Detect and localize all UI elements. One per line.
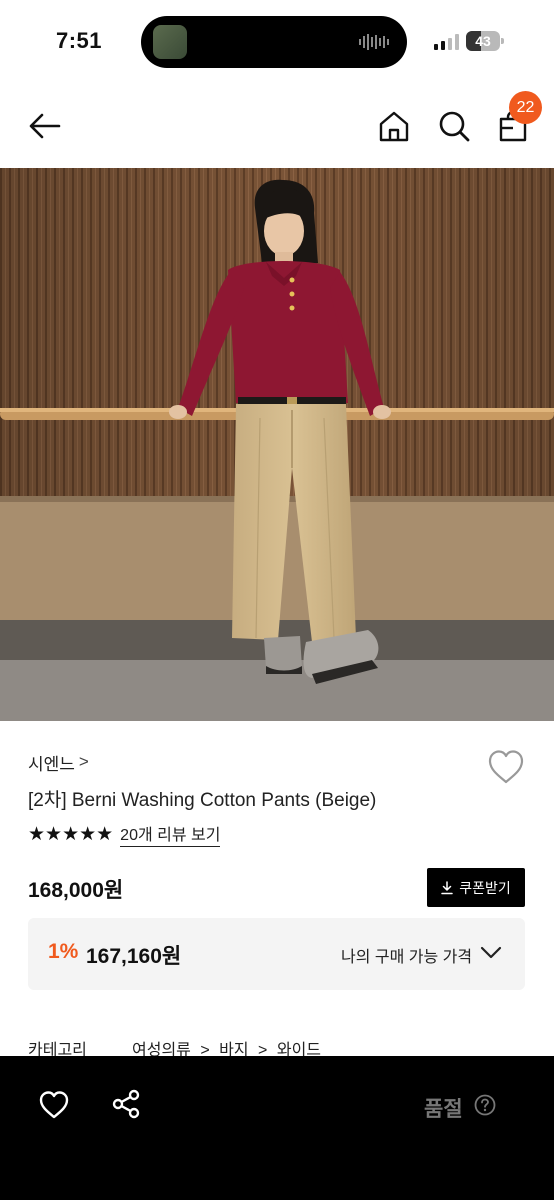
home-icon[interactable] <box>376 108 412 144</box>
search-icon[interactable] <box>436 108 472 144</box>
heart-outline-icon[interactable] <box>487 749 525 785</box>
member-price: 167,160원 <box>86 945 182 968</box>
rating-stars: ★★★★★ <box>28 823 114 845</box>
bottom-action-bar: 품절 <box>0 1056 554 1200</box>
product-price: 168,000원 <box>28 879 124 902</box>
category-label: 카테고리 <box>28 1042 87 1059</box>
category-row: 카테고리 여성의류 > 바지 > 와이드 <box>28 1036 321 1059</box>
product-photo[interactable] <box>0 168 554 721</box>
cellular-signal-icon <box>434 34 459 50</box>
review-link[interactable]: 20개 리뷰 보기 <box>120 821 221 847</box>
brand-name: 시엔느 <box>28 754 75 774</box>
dynamic-island[interactable] <box>141 16 407 68</box>
battery-percent: 43 <box>475 33 491 49</box>
member-discount-rate: 1% <box>48 940 79 963</box>
download-icon <box>441 880 453 894</box>
app-header <box>0 84 554 168</box>
coupon-download-button[interactable]: 쿠폰받기 <box>427 868 525 907</box>
rating-row: ★★★★★ 20개 리뷰 보기 <box>28 821 221 847</box>
arrow-left-icon[interactable] <box>27 108 63 144</box>
chevron-right-icon: > <box>78 752 89 771</box>
status-time: 7:51 <box>56 28 103 53</box>
heart-outline-icon[interactable] <box>38 1090 70 1120</box>
member-price-label: 나의 구매 가능 가격 <box>341 949 473 966</box>
brand-link[interactable]: 시엔느 > <box>28 751 89 774</box>
share-icon[interactable] <box>110 1088 142 1120</box>
sold-out-status: 품절 <box>424 1098 463 1121</box>
audio-wave-icon <box>359 34 389 50</box>
now-playing-thumbnail <box>153 25 187 59</box>
chevron-down-icon[interactable] <box>480 945 502 961</box>
category-breadcrumb: 여성의류 > 바지 > 와이드 <box>132 1036 321 1059</box>
cart-count-badge[interactable]: 22 <box>509 91 542 124</box>
status-bar: 7:51 43 <box>0 0 554 84</box>
product-title: [2차] Berni Washing Cotton Pants (Beige) <box>28 790 377 811</box>
question-circle-icon[interactable] <box>474 1094 496 1116</box>
coupon-button-label: 쿠폰받기 <box>459 879 511 896</box>
member-price-box[interactable]: 1% 167,160원 나의 구매 가능 가격 <box>28 918 525 990</box>
battery-indicator: 43 <box>466 31 504 51</box>
